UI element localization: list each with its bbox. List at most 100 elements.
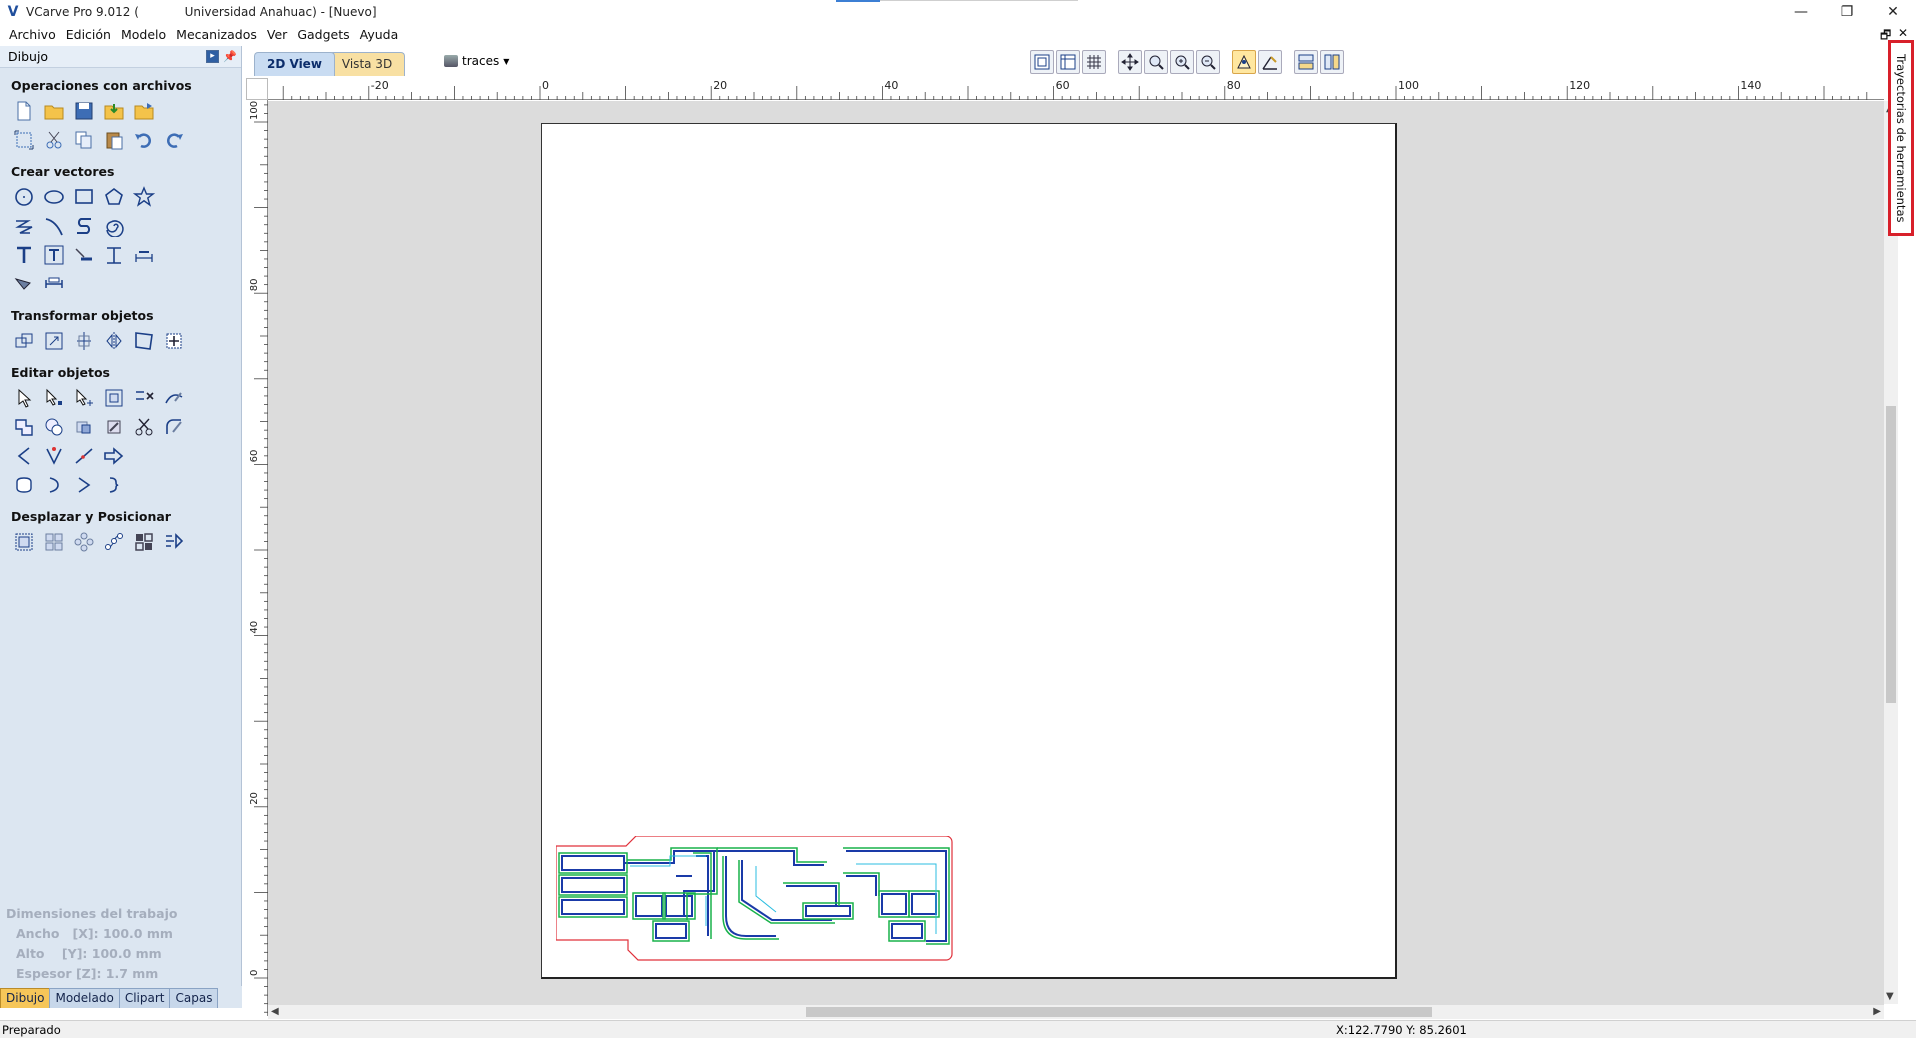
move-object-icon[interactable]: [11, 329, 37, 353]
snap-icon[interactable]: [1232, 50, 1256, 74]
tile-horizontal-icon[interactable]: [1294, 50, 1318, 74]
spiral-tool-icon[interactable]: [101, 214, 127, 238]
redo-icon[interactable]: [161, 128, 187, 152]
panel-toggle-icon[interactable]: ▸: [206, 50, 219, 63]
new-file-icon[interactable]: [11, 99, 37, 123]
horizontal-scroll-thumb[interactable]: [806, 1007, 1432, 1017]
text-on-curve-icon[interactable]: [71, 243, 97, 267]
menu-modelo[interactable]: Modelo: [116, 25, 171, 45]
text-arc-icon[interactable]: [101, 243, 127, 267]
zoom-in-icon[interactable]: [1170, 50, 1194, 74]
scroll-down-icon[interactable]: ▼: [1886, 991, 1894, 1002]
position-size-icon[interactable]: [11, 530, 37, 554]
pan-icon[interactable]: [1118, 50, 1142, 74]
save-file-icon[interactable]: [71, 99, 97, 123]
paste-icon[interactable]: [101, 128, 127, 152]
maximize-button[interactable]: ❐: [1824, 0, 1870, 24]
brace-icon[interactable]: [101, 473, 127, 497]
pcb-traces[interactable]: [556, 836, 960, 966]
interactive-trim-icon[interactable]: [101, 386, 127, 410]
join-vectors-icon[interactable]: [131, 386, 157, 410]
zoom-out-icon[interactable]: [1196, 50, 1220, 74]
minimize-button[interactable]: —: [1778, 0, 1824, 24]
smooth-bracket-icon[interactable]: [41, 473, 67, 497]
pin-icon[interactable]: 📌: [223, 50, 237, 63]
select-tool-icon[interactable]: [11, 386, 37, 410]
circular-array-icon[interactable]: [71, 530, 97, 554]
menu-edicion[interactable]: Edición: [61, 25, 116, 45]
auto-text-icon[interactable]: [41, 243, 67, 267]
open-file-icon[interactable]: [41, 99, 67, 123]
menu-gadgets[interactable]: Gadgets: [292, 25, 354, 45]
array-copy-icon[interactable]: [41, 530, 67, 554]
ruler-corner[interactable]: [246, 78, 268, 100]
horizontal-scrollbar[interactable]: ◀ ▶: [268, 1005, 1884, 1019]
view-rulers-icon[interactable]: [1056, 50, 1080, 74]
scroll-right-icon[interactable]: ▶: [1873, 1006, 1881, 1017]
curve-fit-icon[interactable]: [161, 386, 187, 410]
trim-scissors-icon[interactable]: [131, 415, 157, 439]
transform-mode-icon[interactable]: [71, 386, 97, 410]
dimension-tool-icon[interactable]: [131, 243, 157, 267]
tab-3d-view[interactable]: Vista 3D: [328, 52, 406, 76]
grid-icon[interactable]: [1082, 50, 1106, 74]
close-button[interactable]: ✕: [1870, 0, 1916, 24]
chamfer-icon[interactable]: [11, 444, 37, 468]
zoom-to-page-icon[interactable]: [1030, 50, 1054, 74]
draw-line-icon[interactable]: [11, 272, 37, 296]
scroll-left-icon[interactable]: ◀: [271, 1006, 279, 1017]
tab-capas[interactable]: Capas: [169, 988, 219, 1008]
node-edit-icon[interactable]: [41, 386, 67, 410]
drawing-canvas[interactable]: [268, 101, 1884, 1005]
undo-icon[interactable]: [131, 128, 157, 152]
zoom-window-icon[interactable]: [1144, 50, 1168, 74]
auto-layout-icon[interactable]: [161, 530, 187, 554]
align-center-icon[interactable]: [71, 329, 97, 353]
menu-archivo[interactable]: Archivo: [4, 25, 61, 45]
arrow-vector-icon[interactable]: [101, 444, 127, 468]
weld-vectors-icon[interactable]: [11, 415, 37, 439]
menu-ayuda[interactable]: Ayuda: [355, 25, 404, 45]
tab-2d-view[interactable]: 2D View: [254, 52, 335, 76]
text-tool-icon[interactable]: [11, 243, 37, 267]
nesting-icon[interactable]: [131, 530, 157, 554]
tile-vertical-icon[interactable]: [1320, 50, 1344, 74]
measure-tool-icon[interactable]: [41, 272, 67, 296]
copy-icon[interactable]: [71, 128, 97, 152]
line-to-vector-icon[interactable]: [71, 444, 97, 468]
offset-vectors-icon[interactable]: [101, 415, 127, 439]
tab-clipart[interactable]: Clipart: [118, 988, 171, 1008]
mdi-close-button[interactable]: ✕: [1898, 26, 1908, 40]
cut-icon[interactable]: [41, 128, 67, 152]
toolpath-preview-icon[interactable]: [1258, 50, 1282, 74]
menu-mecanizados[interactable]: Mecanizados: [171, 25, 262, 45]
vertical-scroll-thumb[interactable]: [1886, 406, 1896, 703]
tab-modelado[interactable]: Modelado: [49, 988, 120, 1008]
import-file-icon[interactable]: [101, 99, 127, 123]
curve-tool-icon[interactable]: [71, 214, 97, 238]
circle-tool-icon[interactable]: [11, 185, 37, 209]
subtract-vectors-icon[interactable]: [41, 415, 67, 439]
import-3d-icon[interactable]: [131, 99, 157, 123]
polyline-tool-icon[interactable]: [11, 214, 37, 238]
menu-ver[interactable]: Ver: [262, 25, 292, 45]
distort-object-icon[interactable]: [131, 329, 157, 353]
scale-object-icon[interactable]: [41, 329, 67, 353]
tab-dibujo[interactable]: Dibujo: [0, 988, 51, 1008]
fillet-icon[interactable]: [161, 415, 187, 439]
polygon-tool-icon[interactable]: [101, 185, 127, 209]
vertical-scrollbar[interactable]: ▲ ▼: [1884, 101, 1898, 1004]
toolpaths-tab[interactable]: Trayectorias de herramientas: [1888, 40, 1914, 236]
rotate-object-icon[interactable]: [161, 329, 187, 353]
intersect-vectors-icon[interactable]: [71, 415, 97, 439]
mirror-object-icon[interactable]: [101, 329, 127, 353]
layer-selector[interactable]: traces ▼: [444, 54, 509, 68]
star-tool-icon[interactable]: [131, 185, 157, 209]
close-vector-icon[interactable]: [11, 473, 37, 497]
arc-tool-icon[interactable]: [41, 214, 67, 238]
ellipse-tool-icon[interactable]: [41, 185, 67, 209]
angle-bracket-icon[interactable]: [71, 473, 97, 497]
rectangle-tool-icon[interactable]: [71, 185, 97, 209]
extend-vector-icon[interactable]: [41, 444, 67, 468]
job-setup-icon[interactable]: [11, 128, 37, 152]
